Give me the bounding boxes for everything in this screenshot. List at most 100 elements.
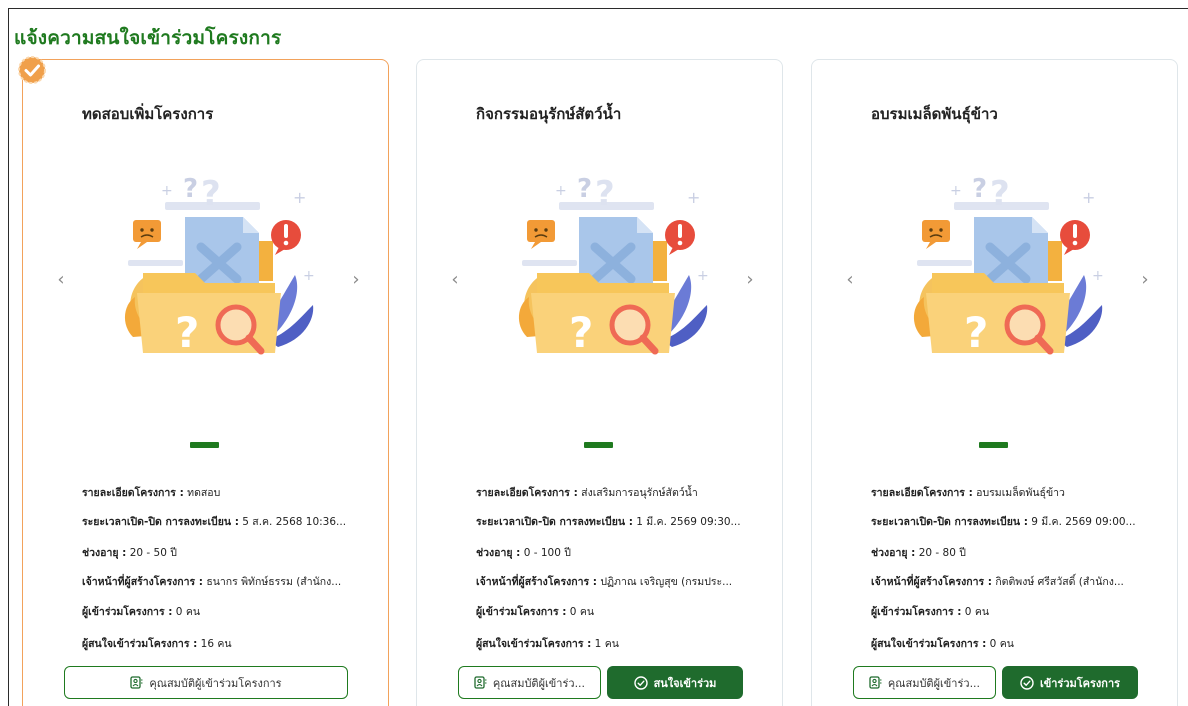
age-range-row: ช่วงอายุ : 0 - 100 ปี — [476, 544, 746, 561]
creator-staff-label: เจ้าหน้าที่ผู้สร้างโครงการ : — [82, 576, 203, 588]
interested-row: ผู้สนใจเข้าร่วมโครงการ : 1 คน — [476, 635, 746, 652]
registration-period-label: ระยะเวลาเปิด-ปิด การลงทะเบียน : — [871, 516, 1028, 528]
svg-text:+: + — [303, 268, 315, 284]
participants-value: 0 คน — [964, 606, 990, 618]
empty-folder-illustration: ? ? + + + ? — [518, 175, 709, 357]
qualification-button[interactable]: คุณสมบัติผู้เข้าร่ว... — [458, 666, 601, 699]
svg-text:+: + — [1082, 188, 1095, 207]
carousel-indicator[interactable] — [584, 442, 613, 448]
carousel-next-button[interactable]: › — [1137, 270, 1153, 290]
participants-row: ผู้เข้าร่วมโครงการ : 0 คน — [82, 603, 352, 620]
qualification-button-label: คุณสมบัติผู้เข้าร่วมโครงการ — [149, 676, 282, 690]
age-range-value: 20 - 80 ปี — [918, 547, 966, 559]
carousel-next-button[interactable]: › — [742, 270, 758, 290]
project-detail-row: รายละเอียดโครงการ : ส่งเสริมการอนุรักษ์ส… — [476, 484, 746, 501]
project-detail-value: ทดสอบ — [187, 487, 221, 499]
creator-staff-value: ปฏิภาณ เจริญสุข (กรมประ... — [600, 576, 733, 588]
creator-staff-row: เจ้าหน้าที่ผู้สร้างโครงการ : ปฏิภาณ เจริ… — [476, 573, 746, 590]
age-range-row: ช่วงอายุ : 20 - 80 ปี — [871, 544, 1141, 561]
age-range-value: 0 - 100 ปี — [523, 547, 571, 559]
svg-text:+: + — [161, 183, 173, 199]
qualification-button-label: คุณสมบัติผู้เข้าร่ว... — [492, 676, 586, 690]
join-project-button[interactable]: เข้าร่วมโครงการ — [1002, 666, 1138, 699]
qualification-button[interactable]: คุณสมบัติผู้เข้าร่ว... — [853, 666, 996, 699]
registration-period-row: ระยะเวลาเปิด-ปิด การลงทะเบียน : 9 มี.ค. … — [871, 513, 1141, 530]
interested-value: 0 คน — [989, 638, 1014, 650]
creator-staff-value: กิตติพงษ์ ศรีสวัสดิ์ (สำนักง... — [995, 576, 1124, 588]
registration-period-value: 1 มี.ค. 2569 09:30... — [636, 516, 741, 528]
svg-text:+: + — [293, 188, 306, 207]
project-detail-row: รายละเอียดโครงการ : อบรมเมล็ดพันธุ์ข้าว — [871, 484, 1141, 501]
svg-text:+: + — [555, 183, 567, 199]
age-range-label: ช่วงอายุ : — [871, 547, 916, 559]
project-detail-row: รายละเอียดโครงการ : ทดสอบ — [82, 484, 352, 501]
registration-period-value: 9 มี.ค. 2569 09:00... — [1031, 516, 1136, 528]
interested-value: 1 คน — [594, 638, 619, 650]
qualification-button[interactable]: คุณสมบัติผู้เข้าร่วมโครงการ — [64, 666, 348, 699]
document-person-icon — [474, 676, 487, 689]
participants-row: ผู้เข้าร่วมโครงการ : 0 คน — [871, 603, 1141, 620]
participants-value: 0 คน — [175, 606, 201, 618]
age-range-row: ช่วงอายุ : 20 - 50 ปี — [82, 544, 352, 561]
carousel-prev-button[interactable]: ‹ — [447, 270, 463, 290]
document-person-icon — [130, 676, 143, 689]
document-person-icon — [869, 676, 882, 689]
carousel-prev-button[interactable]: ‹ — [53, 270, 69, 290]
project-detail-value: อบรมเมล็ดพันธุ์ข้าว — [976, 487, 1065, 499]
project-card: ทดสอบเพิ่มโครงการ ‹ › ? ? + + + ? รายละเ… — [22, 59, 389, 706]
page-title: แจ้งความสนใจเข้าร่วมโครงการ — [14, 27, 282, 49]
creator-staff-label: เจ้าหน้าที่ผู้สร้างโครงการ : — [871, 576, 992, 588]
age-range-label: ช่วงอายุ : — [82, 547, 127, 559]
page-frame: แจ้งความสนใจเข้าร่วมโครงการ ทดสอบเพิ่มโค… — [8, 8, 1188, 706]
creator-staff-value: ธนากร พิทักษ์ธรรม (สำนักง... — [206, 576, 342, 588]
creator-staff-row: เจ้าหน้าที่ผู้สร้างโครงการ : กิตติพงษ์ ศ… — [871, 573, 1141, 590]
svg-text:?: ? — [569, 308, 593, 357]
qualification-button-label: คุณสมบัติผู้เข้าร่ว... — [887, 676, 981, 690]
svg-text:?: ? — [175, 308, 199, 357]
registration-period-row: ระยะเวลาเปิด-ปิด การลงทะเบียน : 1 มี.ค. … — [476, 513, 746, 530]
interested-value: 16 คน — [200, 638, 232, 650]
svg-text:?: ? — [183, 175, 198, 204]
creator-staff-row: เจ้าหน้าที่ผู้สร้างโครงการ : ธนากร พิทัก… — [82, 573, 352, 590]
interested-label: ผู้สนใจเข้าร่วมโครงการ : — [476, 638, 592, 650]
svg-text:?: ? — [990, 175, 1010, 214]
interested-row: ผู้สนใจเข้าร่วมโครงการ : 0 คน — [871, 635, 1141, 652]
check-circle-icon — [1020, 675, 1034, 690]
project-detail-label: รายละเอียดโครงการ : — [476, 487, 578, 499]
project-title: ทดสอบเพิ่มโครงการ — [82, 105, 214, 123]
join-project-button-label: สนใจเข้าร่วม — [653, 676, 717, 690]
svg-text:?: ? — [595, 175, 615, 214]
svg-text:?: ? — [972, 175, 987, 204]
registration-period-row: ระยะเวลาเปิด-ปิด การลงทะเบียน : 5 ส.ค. 2… — [82, 513, 352, 530]
participants-row: ผู้เข้าร่วมโครงการ : 0 คน — [476, 603, 746, 620]
registration-period-label: ระยะเวลาเปิด-ปิด การลงทะเบียน : — [476, 516, 633, 528]
empty-folder-illustration: ? ? + + + ? — [124, 175, 315, 357]
svg-text:+: + — [1092, 268, 1104, 284]
participants-label: ผู้เข้าร่วมโครงการ : — [82, 606, 173, 618]
project-card: อบรมเมล็ดพันธุ์ข้าว ‹ › ? ? + + + ? รายล… — [811, 59, 1178, 706]
project-detail-label: รายละเอียดโครงการ : — [871, 487, 973, 499]
interested-label: ผู้สนใจเข้าร่วมโครงการ : — [82, 638, 198, 650]
project-detail-value: ส่งเสริมการอนุรักษ์สัตว์น้ำ — [581, 487, 698, 499]
svg-text:+: + — [697, 268, 709, 284]
project-card: กิจกรรมอนุรักษ์สัตว์น้ำ ‹ › ? ? + + + ? … — [416, 59, 783, 706]
carousel-indicator[interactable] — [190, 442, 219, 448]
carousel-next-button[interactable]: › — [348, 270, 364, 290]
svg-text:+: + — [687, 188, 700, 207]
join-project-button[interactable]: สนใจเข้าร่วม — [607, 666, 743, 699]
empty-folder-illustration: ? ? + + + ? — [913, 175, 1104, 357]
svg-text:+: + — [950, 183, 962, 199]
svg-text:?: ? — [201, 175, 221, 214]
age-range-label: ช่วงอายุ : — [476, 547, 521, 559]
svg-text:?: ? — [964, 308, 988, 357]
creator-staff-label: เจ้าหน้าที่ผู้สร้างโครงการ : — [476, 576, 597, 588]
carousel-prev-button[interactable]: ‹ — [842, 270, 858, 290]
registration-period-value: 5 ส.ค. 2568 10:36... — [242, 516, 347, 528]
participants-value: 0 คน — [569, 606, 595, 618]
age-range-value: 20 - 50 ปี — [129, 547, 177, 559]
participants-label: ผู้เข้าร่วมโครงการ : — [476, 606, 567, 618]
selected-check-icon — [18, 56, 46, 84]
carousel-indicator[interactable] — [979, 442, 1008, 448]
project-detail-label: รายละเอียดโครงการ : — [82, 487, 184, 499]
join-project-button-label: เข้าร่วมโครงการ — [1039, 676, 1121, 690]
